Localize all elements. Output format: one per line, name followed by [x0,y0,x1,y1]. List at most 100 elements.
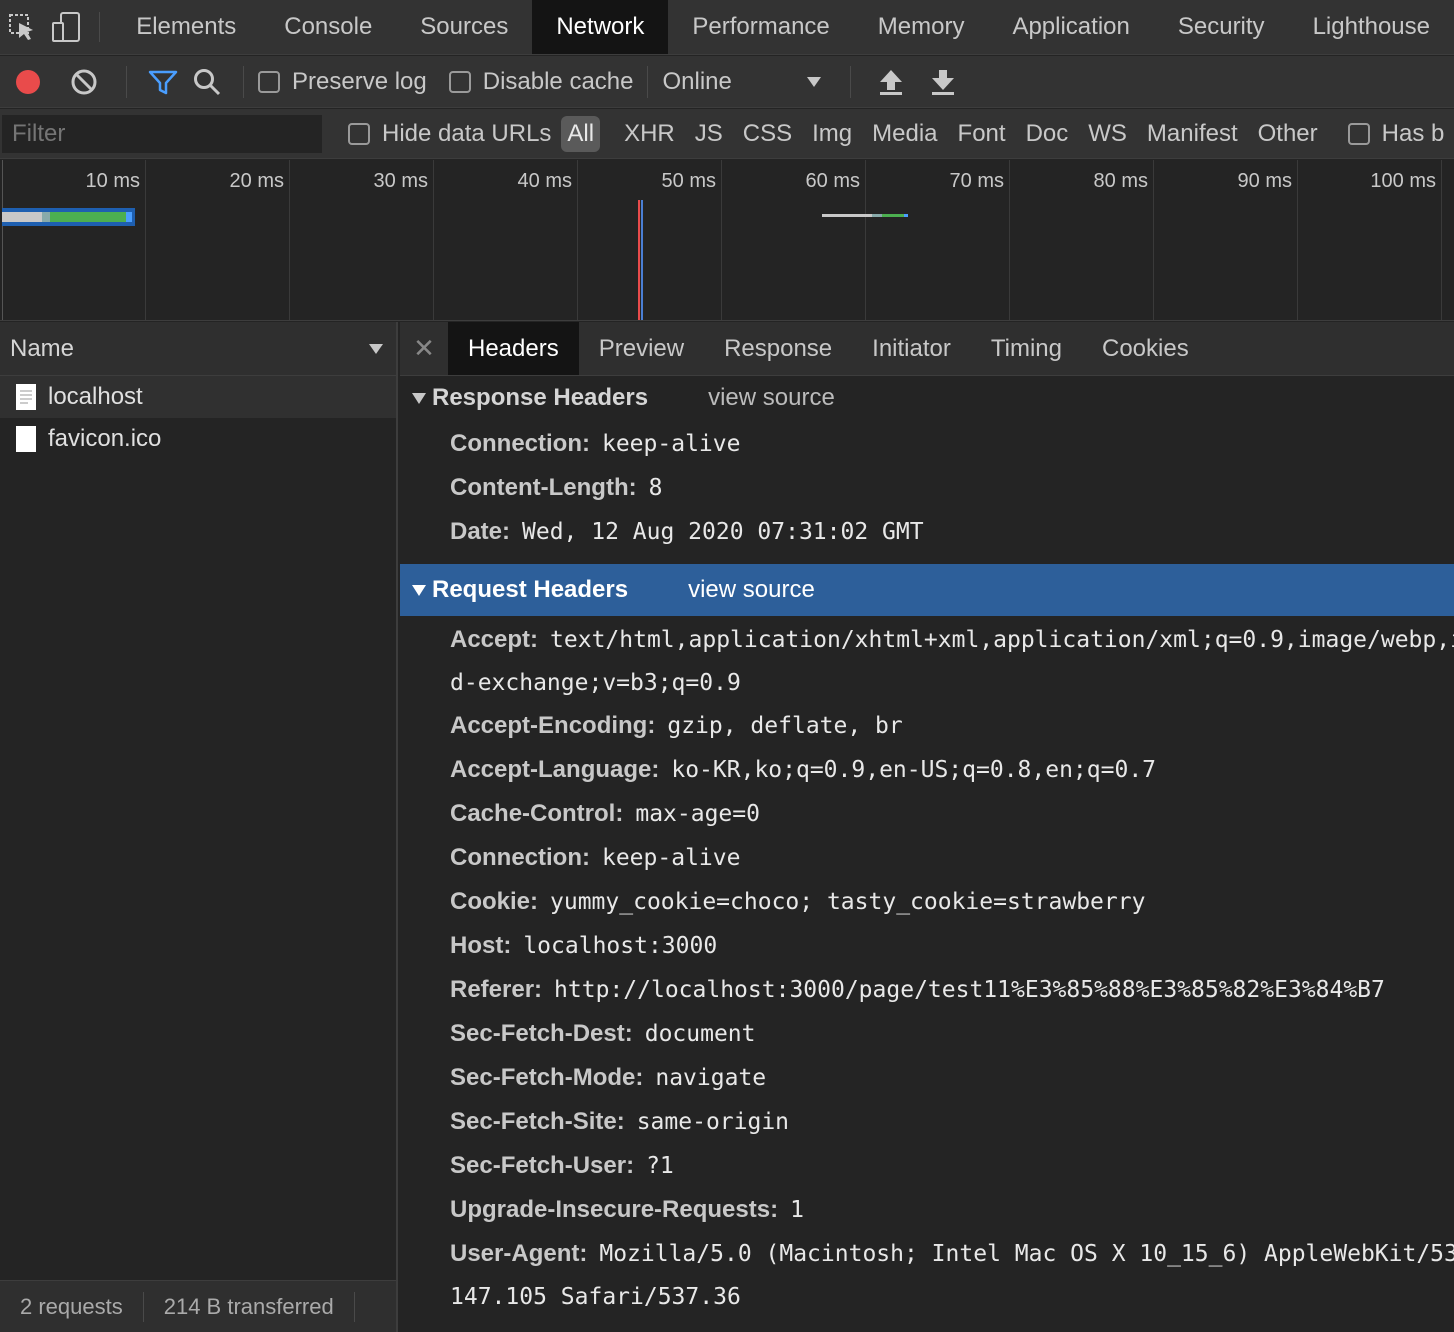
filter-type-font[interactable]: Font [948,120,1016,148]
tab-performance[interactable]: Performance [668,0,853,54]
preserve-log-label: Preserve log [292,67,427,95]
close-details-icon[interactable]: ✕ [400,322,448,375]
bar-download [126,212,132,222]
preserve-log-checkbox[interactable]: Preserve log [258,68,427,96]
request-view-source-link[interactable]: view source [688,576,815,604]
header-row: Host: localhost:3000 [400,924,1454,968]
request-bar-favicon-download [904,214,908,217]
request-bar-localhost [2,208,135,226]
filter-type-media[interactable]: Media [862,120,947,148]
header-name: Content-Length: [450,474,637,501]
disable-cache-label: Disable cache [482,67,634,95]
grid-line [1441,160,1442,320]
detail-tab-bar: ✕ Headers Preview Response Initiator Tim… [400,322,1454,376]
header-value: localhost:3000 [523,933,718,959]
grid-line [865,160,866,320]
transferred-size: 214 B transferred [163,1293,334,1319]
header-value-continuation: d-exchange;v=b3;q=0.9 [450,670,741,696]
request-list-panel: Name localhost favicon.ico 2 requests 21… [0,322,398,1332]
device-toolbar-icon[interactable] [44,0,88,54]
filter-toggle-button[interactable] [141,56,185,107]
grid-line [1297,160,1298,320]
name-column-header[interactable]: Name [0,322,396,376]
header-row: Accept-Language: ko-KR,ko;q=0.9,en-US;q=0… [400,748,1454,792]
request-bar-favicon-queue [822,214,872,217]
request-headers-toggle[interactable]: Request Headers view source [400,564,1454,616]
throttling-select[interactable]: Online [662,68,822,96]
tab-timing[interactable]: Timing [971,322,1082,375]
filter-type-doc[interactable]: Doc [1016,120,1079,148]
response-headers-toggle[interactable]: Response Headers view source [400,376,1454,420]
import-har-button[interactable] [865,56,917,107]
record-button[interactable] [0,56,56,107]
header-value: ko-KR,ko;q=0.9,en-US;q=0.8,en;q=0.7 [671,757,1157,783]
header-name: Host: [450,932,512,959]
header-value: same-origin [636,1109,790,1135]
expand-triangle-icon [412,584,426,596]
export-har-button[interactable] [917,56,969,107]
header-row: User-Agent: Mozilla/5.0 (Macintosh; Intel… [400,1232,1454,1276]
header-name: Cookie: [450,888,539,915]
tab-response[interactable]: Response [704,322,852,375]
clear-button[interactable] [56,56,112,107]
request-bar-favicon-connect [872,214,882,217]
filter-type-ws[interactable]: WS [1078,120,1137,148]
header-name: Date: [450,518,511,545]
hide-data-urls-label: Hide data URLs [382,119,552,147]
header-row: Referer: http://localhost:3000/page/test1… [400,968,1454,1012]
grid-line [1153,160,1154,320]
header-name: Sec-Fetch-Dest: [450,1020,633,1047]
tab-network[interactable]: Network [532,0,669,54]
tab-console[interactable]: Console [260,0,396,54]
header-name: Accept: [450,626,539,653]
has-blocked-cookies-label: Has b [1381,119,1445,147]
checkbox-box[interactable] [448,70,471,93]
tick-label: 90 ms [1237,170,1292,192]
filter-type-css[interactable]: CSS [733,120,802,148]
tab-memory[interactable]: Memory [854,0,989,54]
request-row[interactable]: localhost [0,376,396,418]
tab-lighthouse[interactable]: Lighthouse [1289,0,1454,54]
filter-type-img[interactable]: Img [802,120,862,148]
grid-line [433,160,434,320]
checkbox-box[interactable] [258,70,280,93]
tab-initiator[interactable]: Initiator [852,322,971,375]
tick-label: 20 ms [229,170,284,192]
tab-application[interactable]: Application [988,0,1153,54]
tab-headers[interactable]: Headers [448,322,579,375]
network-overview[interactable]: 10 ms 20 ms 30 ms 40 ms 50 ms 60 ms 70 m… [0,160,1454,321]
filter-type-manifest[interactable]: Manifest [1137,120,1248,148]
tab-cookies[interactable]: Cookies [1082,322,1209,375]
filter-type-js[interactable]: JS [685,120,733,148]
filter-type-other[interactable]: Other [1248,120,1328,148]
checkbox-box[interactable] [348,122,370,145]
header-row: Connection: keep-alive [400,422,1454,466]
tab-elements[interactable]: Elements [112,0,260,54]
header-value: 1 [790,1197,804,1223]
has-blocked-cookies-checkbox[interactable]: Has b [1347,119,1445,148]
filter-input[interactable] [2,114,322,153]
filter-type-all[interactable]: All [561,115,601,152]
filter-type-xhr[interactable]: XHR [614,120,685,148]
tab-security[interactable]: Security [1154,0,1289,54]
header-value-continuation: 147.105 Safari/537.36 [450,1284,741,1310]
header-value: Wed, 12 Aug 2020 07:31:02 GMT [522,519,924,545]
tab-preview[interactable]: Preview [579,322,704,375]
response-view-source-link[interactable]: view source [708,384,835,412]
header-value: Mozilla/5.0 (Macintosh; Intel Mac OS X 1… [599,1241,1454,1267]
header-row: Sec-Fetch-Dest: document [400,1012,1454,1056]
search-button[interactable] [185,56,229,107]
network-toolbar: Preserve log Disable cache Online [0,56,1454,108]
toolbar-divider [850,65,852,98]
header-row: Sec-Fetch-Mode: navigate [400,1056,1454,1100]
request-row[interactable]: favicon.ico [0,418,396,460]
hide-data-urls-checkbox[interactable]: Hide data URLs [348,120,551,148]
header-row: Upgrade-Insecure-Requests: 1 [400,1188,1454,1232]
checkbox-box[interactable] [1347,122,1370,145]
disable-cache-checkbox[interactable]: Disable cache [448,67,634,96]
header-value: gzip, deflate, br [667,713,903,739]
name-column-label: Name [10,334,75,362]
tab-sources[interactable]: Sources [396,0,532,54]
inspect-element-icon[interactable] [0,0,44,54]
request-name: favicon.ico [48,425,162,452]
